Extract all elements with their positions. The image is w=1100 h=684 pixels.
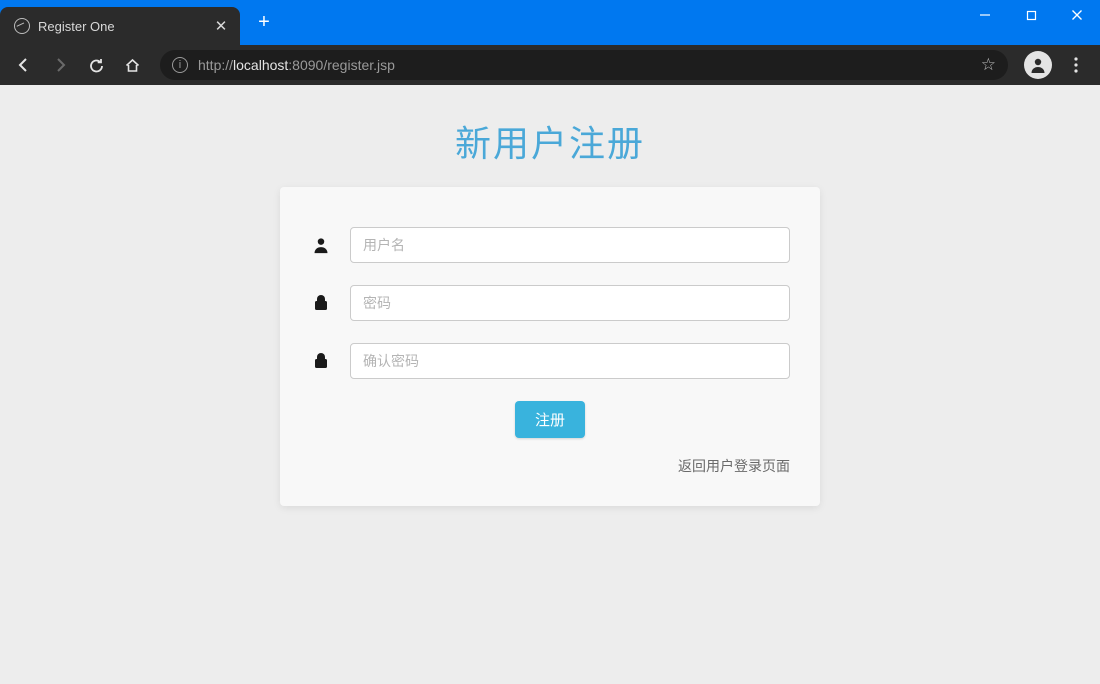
back-to-login-link[interactable]: 返回用户登录页面 <box>678 456 790 476</box>
close-tab-icon[interactable]: ✕ <box>212 17 230 35</box>
globe-icon <box>14 18 30 34</box>
minimize-button[interactable] <box>962 0 1008 30</box>
browser-toolbar: i http://localhost:8090/register.jsp ☆ <box>0 45 1100 85</box>
lock-icon <box>310 294 332 312</box>
tab-strip: Register One ✕ + <box>0 0 278 45</box>
close-window-button[interactable] <box>1054 0 1100 30</box>
url-text: http://localhost:8090/register.jsp <box>198 57 971 73</box>
page-content: 新用户注册 注册 返回用户登录页面 <box>0 85 1100 684</box>
username-input[interactable] <box>350 227 790 263</box>
window-controls <box>962 0 1100 30</box>
lock-icon <box>310 352 332 370</box>
back-button[interactable] <box>8 49 40 81</box>
url-prefix: http:// <box>198 57 233 73</box>
confirm-password-input[interactable] <box>350 343 790 379</box>
user-icon <box>310 236 332 254</box>
register-card: 注册 返回用户登录页面 <box>280 187 820 506</box>
profile-avatar-icon[interactable] <box>1024 51 1052 79</box>
kebab-menu-icon[interactable] <box>1060 49 1092 81</box>
home-button[interactable] <box>116 49 148 81</box>
browser-tab[interactable]: Register One ✕ <box>0 7 240 45</box>
page-title: 新用户注册 <box>455 115 645 167</box>
register-button[interactable]: 注册 <box>515 401 585 438</box>
bookmark-star-icon[interactable]: ☆ <box>981 55 996 75</box>
reload-button[interactable] <box>80 49 112 81</box>
maximize-button[interactable] <box>1008 0 1054 30</box>
forward-button[interactable] <box>44 49 76 81</box>
password-row <box>310 285 790 321</box>
address-bar[interactable]: i http://localhost:8090/register.jsp ☆ <box>160 50 1008 80</box>
back-link-row: 返回用户登录页面 <box>310 456 790 476</box>
new-tab-button[interactable]: + <box>250 9 278 37</box>
password-input[interactable] <box>350 285 790 321</box>
window-titlebar: Register One ✕ + <box>0 0 1100 45</box>
url-path: :8090/register.jsp <box>288 57 395 73</box>
tab-title: Register One <box>38 19 204 34</box>
info-icon[interactable]: i <box>172 57 188 73</box>
submit-row: 注册 <box>310 401 790 438</box>
url-host: localhost <box>233 57 288 73</box>
username-row <box>310 227 790 263</box>
confirm-password-row <box>310 343 790 379</box>
